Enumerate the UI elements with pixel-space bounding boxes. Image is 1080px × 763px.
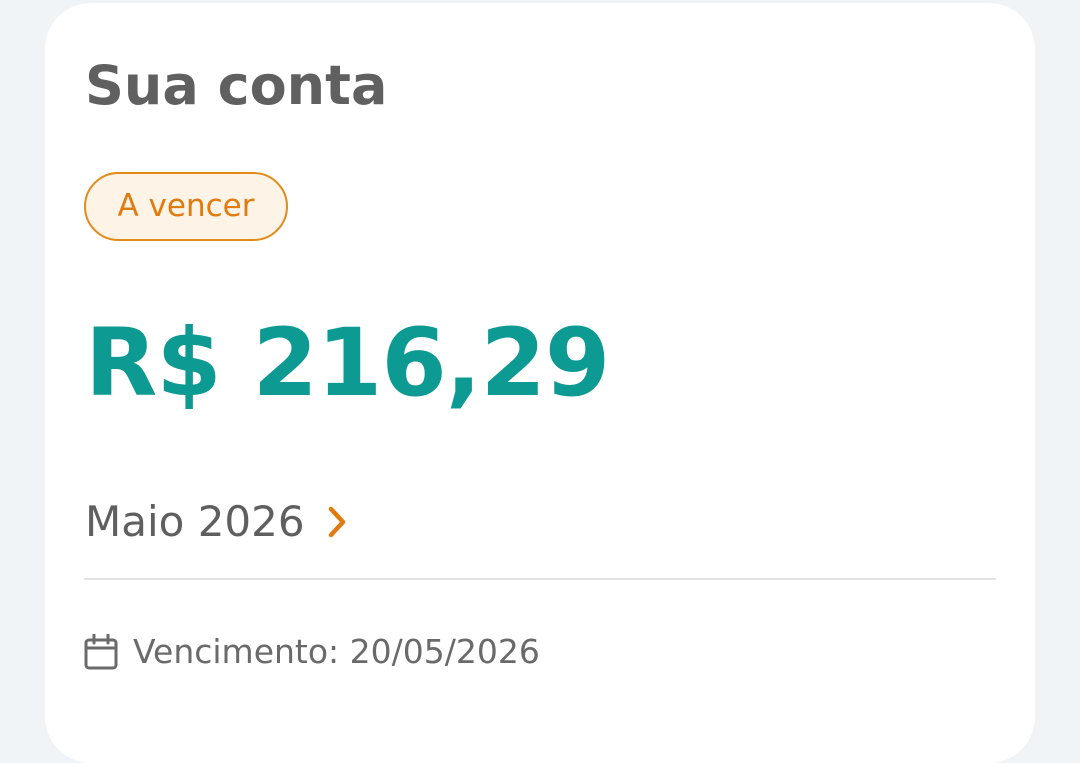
calendar-icon [84, 634, 118, 670]
bill-month-label: Maio 2026 [85, 497, 305, 546]
due-date-text: Vencimento: 20/05/2026 [133, 632, 540, 671]
chevron-right-icon [327, 506, 347, 538]
account-card: Sua conta A vencer R$ 216,29 Maio 2026 V… [45, 3, 1035, 763]
bill-amount: R$ 216,29 [85, 309, 610, 418]
due-date-row: Vencimento: 20/05/2026 [84, 629, 540, 675]
bill-month-link[interactable]: Maio 2026 [85, 491, 347, 553]
status-badge: A vencer [84, 172, 288, 241]
divider [84, 578, 996, 580]
card-title: Sua conta [85, 54, 388, 117]
